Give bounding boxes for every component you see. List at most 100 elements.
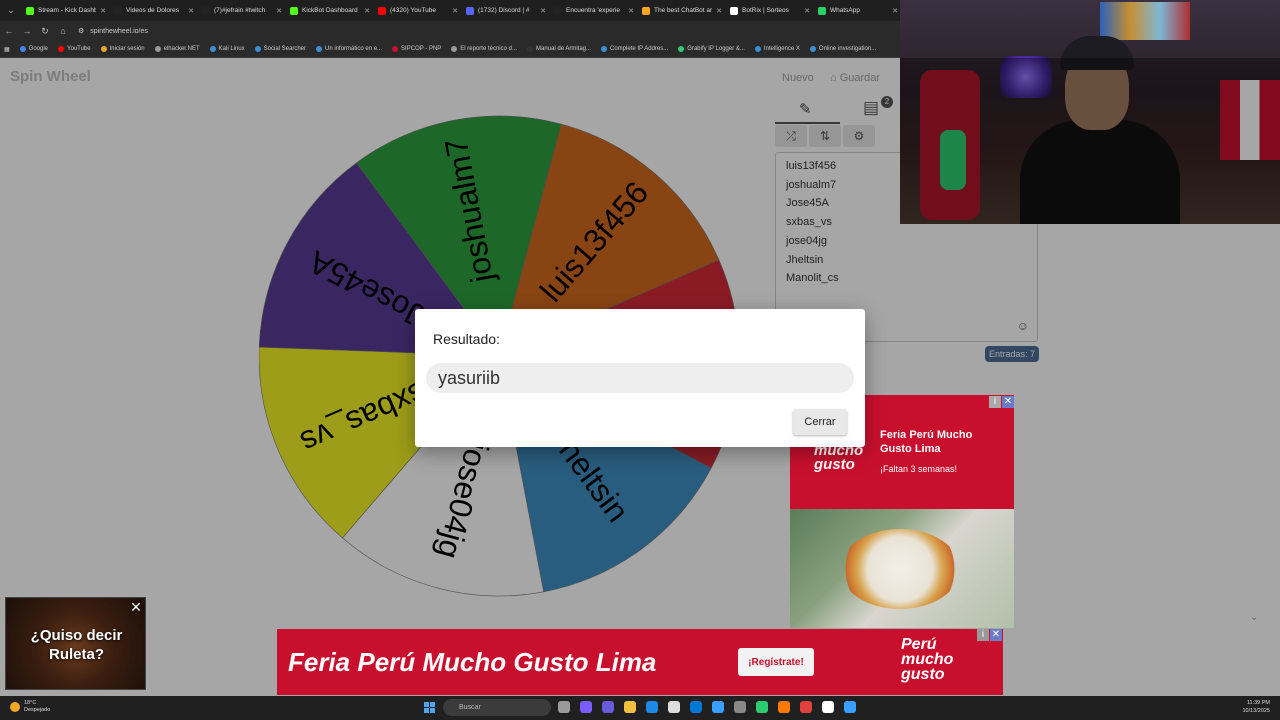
reload-icon[interactable]: ↻ bbox=[36, 26, 54, 37]
bookmark-item[interactable]: Un informático en e... bbox=[316, 46, 382, 52]
browser-tab[interactable]: The best ChatBot ar ✕ bbox=[638, 0, 726, 21]
ad-bottom-close-icon[interactable]: ✕ bbox=[990, 629, 1002, 641]
ad-bottom[interactable]: Feria Perú Mucho Gusto Lima ¡Regístrate!… bbox=[277, 629, 1003, 695]
ad-right-plate bbox=[840, 529, 960, 609]
tab-close-icon[interactable]: ✕ bbox=[540, 7, 546, 15]
bookmark-item[interactable]: Kali Linux bbox=[209, 46, 245, 52]
taskbar-app-icon[interactable] bbox=[668, 701, 680, 713]
ad-bottom-logo-line2: mucho bbox=[901, 651, 954, 668]
ad-right-info-icon[interactable]: i bbox=[989, 396, 1001, 408]
taskbar-app-icon[interactable] bbox=[580, 701, 592, 713]
site-info-icon[interactable]: ⚙ bbox=[78, 27, 84, 35]
taskbar-app-icon[interactable] bbox=[712, 701, 724, 713]
clock-date: 10/13/2025 bbox=[1242, 708, 1270, 714]
home-icon[interactable]: ⌂ bbox=[54, 26, 72, 36]
browser-tab[interactable]: Encuentra 'experie ✕ bbox=[550, 0, 638, 21]
chevron-down-icon[interactable]: ⌄ bbox=[1250, 612, 1258, 623]
bookmark-label: Iniciar sesión bbox=[109, 46, 145, 52]
windows-start-icon[interactable] bbox=[424, 702, 435, 713]
bookmark-item[interactable]: El reporte técnico d... bbox=[451, 46, 517, 52]
bookmark-item[interactable]: Intelligence X bbox=[754, 46, 800, 52]
bookmark-item[interactable]: Online investigation... bbox=[809, 46, 876, 52]
ad-right-close-icon[interactable]: ✕ bbox=[1002, 396, 1014, 408]
browser-tab[interactable]: Stream - Kick Dashb ✕ bbox=[22, 0, 110, 21]
browser-tab[interactable]: (1732) Discord | # ✕ bbox=[462, 0, 550, 21]
roulette-close-icon[interactable]: ✕ bbox=[129, 600, 143, 614]
url-field[interactable]: ⚙ spinthewheel.io/es bbox=[78, 27, 148, 36]
bookmark-label: Social Searcher bbox=[263, 46, 307, 52]
browser-tab[interactable]: Videos de Dolores ✕ bbox=[110, 0, 198, 21]
taskbar-app-icon[interactable] bbox=[756, 701, 768, 713]
ad-right-subtitle: ¡Faltan 3 semanas! bbox=[880, 464, 958, 474]
ad-bottom-headline: Feria Perú Mucho Gusto Lima bbox=[288, 647, 657, 677]
bookmark-favicon-icon bbox=[154, 46, 161, 52]
bookmark-item[interactable]: Social Searcher bbox=[254, 46, 307, 52]
bookmark-item[interactable]: Grabify IP Logger &... bbox=[678, 46, 745, 52]
ad-bottom-logo-line1: Perú bbox=[901, 636, 937, 653]
bookmark-item[interactable]: SIPCOP - PNP bbox=[392, 46, 441, 52]
bookmark-favicon-icon bbox=[254, 46, 261, 52]
bookmark-item[interactable]: YouTube bbox=[58, 46, 91, 52]
taskbar: 18°C Despejado Buscar 11:39 PM 10/13/202… bbox=[0, 696, 1280, 720]
bookmark-item[interactable]: Manual de Armitag... bbox=[526, 46, 591, 52]
bookmark-favicon-icon bbox=[526, 46, 533, 52]
ad-right-food bbox=[790, 509, 1014, 628]
tab-close-icon[interactable]: ✕ bbox=[804, 7, 810, 15]
taskbar-app-icon[interactable] bbox=[800, 701, 812, 713]
close-button[interactable]: Cerrar bbox=[793, 409, 847, 435]
bookmark-favicon-icon bbox=[754, 46, 761, 52]
taskbar-app-icon[interactable] bbox=[822, 701, 834, 713]
dialog-title: Resultado: bbox=[433, 331, 500, 347]
forward-icon[interactable]: → bbox=[18, 26, 36, 36]
taskbar-app-icon[interactable] bbox=[602, 701, 614, 713]
tab-label: KickBot Dashboard bbox=[302, 7, 358, 14]
browser-tab[interactable]: BotRix | Sorteos ✕ bbox=[726, 0, 814, 21]
browser-tab[interactable]: (4320) YouTube ✕ bbox=[374, 0, 462, 21]
tab-label: (4320) YouTube bbox=[390, 7, 437, 14]
bookmark-label: YouTube bbox=[67, 46, 91, 52]
browser-tab[interactable]: WhatsApp ✕ bbox=[814, 0, 902, 21]
taskbar-app-icon[interactable] bbox=[844, 701, 856, 713]
taskbar-app-icon[interactable] bbox=[778, 701, 790, 713]
ad-bottom-info-icon[interactable]: i bbox=[977, 629, 989, 641]
bookmark-item[interactable]: Complete IP Addres... bbox=[601, 46, 668, 52]
register-button[interactable]: ¡Regístrate! bbox=[738, 648, 814, 676]
bookmark-item[interactable]: elhacker.NET bbox=[154, 46, 200, 52]
taskbar-app-icon[interactable] bbox=[624, 701, 636, 713]
taskbar-app-icon[interactable] bbox=[734, 701, 746, 713]
roulette-ad[interactable]: ✕ ¿Quiso decir Ruleta? bbox=[5, 597, 146, 690]
back-icon[interactable]: ← bbox=[0, 26, 18, 36]
webcam-monitor bbox=[1100, 2, 1190, 40]
taskbar-app-icon[interactable] bbox=[646, 701, 658, 713]
tab-close-icon[interactable]: ✕ bbox=[892, 7, 898, 15]
result-value: yasuriib bbox=[426, 363, 854, 393]
tab-close-icon[interactable]: ✕ bbox=[364, 7, 370, 15]
tab-close-icon[interactable]: ✕ bbox=[716, 7, 722, 15]
tab-search-icon[interactable]: ⌄ bbox=[0, 0, 22, 21]
tab-close-icon[interactable]: ✕ bbox=[276, 7, 282, 15]
taskbar-search[interactable]: Buscar bbox=[443, 699, 551, 716]
browser-tab[interactable]: KickBot Dashboard ✕ bbox=[286, 0, 374, 21]
tab-close-icon[interactable]: ✕ bbox=[188, 7, 194, 15]
bookmark-item[interactable]: Google bbox=[19, 46, 49, 52]
sun-icon bbox=[10, 702, 20, 712]
taskbar-app-icon[interactable] bbox=[558, 701, 570, 713]
apps-icon[interactable]: ▦ bbox=[4, 46, 10, 53]
bookmark-label: Kali Linux bbox=[218, 46, 245, 52]
tab-close-icon[interactable]: ✕ bbox=[628, 7, 634, 15]
weather-widget[interactable]: 18°C Despejado bbox=[10, 700, 50, 714]
weather-temp: 18°C bbox=[24, 700, 37, 706]
taskbar-app-icon[interactable] bbox=[690, 701, 702, 713]
tab-favicon-icon bbox=[378, 6, 386, 15]
ad-bottom-logo: Perú mucho gusto bbox=[901, 636, 954, 683]
tab-favicon-icon bbox=[642, 6, 650, 15]
clock[interactable]: 11:39 PM 10/13/2025 bbox=[1242, 699, 1270, 715]
tab-label: (1732) Discord | # bbox=[478, 7, 530, 14]
tab-close-icon[interactable]: ✕ bbox=[100, 7, 106, 15]
bookmark-item[interactable]: Iniciar sesión bbox=[100, 46, 145, 52]
tab-close-icon[interactable]: ✕ bbox=[452, 7, 458, 15]
bookmark-label: Google bbox=[28, 46, 49, 52]
browser-tab[interactable]: (7)#jefrain #twitch ✕ bbox=[198, 0, 286, 21]
roulette-text-line2: Ruleta? bbox=[48, 646, 104, 663]
bookmark-favicon-icon bbox=[100, 46, 107, 52]
